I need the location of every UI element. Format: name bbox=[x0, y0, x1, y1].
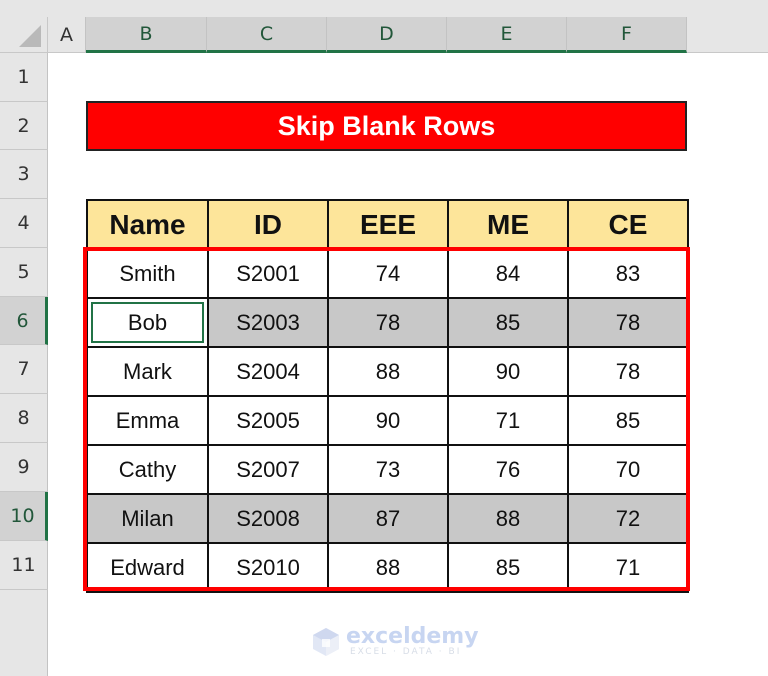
cell-name[interactable]: Mark bbox=[86, 346, 209, 397]
row-header-6[interactable]: 6 bbox=[0, 297, 48, 345]
header-ce[interactable]: CE bbox=[567, 199, 689, 250]
table-row: Smith S2001 74 84 83 bbox=[86, 248, 689, 299]
table-row: Cathy S2007 73 76 70 bbox=[86, 444, 689, 495]
cell-id[interactable]: S2001 bbox=[207, 248, 329, 299]
header-name[interactable]: Name bbox=[86, 199, 209, 250]
cell-eee[interactable]: 87 bbox=[327, 493, 449, 544]
watermark: exceldemy EXCEL · DATA · BI bbox=[312, 624, 479, 657]
cell-ce[interactable]: 85 bbox=[567, 395, 689, 446]
cell-eee[interactable]: 74 bbox=[327, 248, 449, 299]
row-header-5[interactable]: 5 bbox=[0, 248, 48, 297]
cell-ce[interactable]: 70 bbox=[567, 444, 689, 495]
table-row: Mark S2004 88 90 78 bbox=[86, 346, 689, 397]
table-row-highlighted: Bob S2003 78 85 78 bbox=[86, 297, 689, 348]
column-header-d[interactable]: D bbox=[327, 17, 447, 53]
cell-name[interactable]: Edward bbox=[86, 542, 209, 593]
column-header-f[interactable]: F bbox=[567, 17, 687, 53]
column-header-c[interactable]: C bbox=[207, 17, 327, 53]
column-header-empty bbox=[687, 17, 768, 53]
table-header-row: Name ID EEE ME CE bbox=[86, 199, 689, 250]
cell-eee[interactable]: 88 bbox=[327, 346, 449, 397]
cell-me[interactable]: 90 bbox=[447, 346, 569, 397]
sheet-title-cell[interactable]: Skip Blank Rows bbox=[86, 101, 687, 151]
cell-eee[interactable]: 88 bbox=[327, 542, 449, 593]
cell-id[interactable]: S2010 bbox=[207, 542, 329, 593]
select-all-button[interactable] bbox=[0, 17, 48, 53]
table-row: Edward S2010 88 85 71 bbox=[86, 542, 689, 593]
row-header-1[interactable]: 1 bbox=[0, 53, 48, 102]
cell-eee[interactable]: 78 bbox=[327, 297, 449, 348]
row-header-2[interactable]: 2 bbox=[0, 102, 48, 150]
top-band bbox=[0, 0, 768, 17]
row-header-9[interactable]: 9 bbox=[0, 443, 48, 492]
cell-me[interactable]: 88 bbox=[447, 493, 569, 544]
table-row-highlighted: Milan S2008 87 88 72 bbox=[86, 493, 689, 544]
header-id[interactable]: ID bbox=[207, 199, 329, 250]
cell-name[interactable]: Emma bbox=[86, 395, 209, 446]
cell-id[interactable]: S2008 bbox=[207, 493, 329, 544]
cell-me[interactable]: 76 bbox=[447, 444, 569, 495]
exceldemy-logo-icon bbox=[313, 628, 339, 656]
row-header-7[interactable]: 7 bbox=[0, 345, 48, 394]
cell-id[interactable]: S2005 bbox=[207, 395, 329, 446]
column-header-e[interactable]: E bbox=[447, 17, 567, 53]
cell-ce[interactable]: 78 bbox=[567, 346, 689, 397]
column-header-b[interactable]: B bbox=[86, 17, 207, 53]
cell-eee[interactable]: 73 bbox=[327, 444, 449, 495]
table-row: Emma S2005 90 71 85 bbox=[86, 395, 689, 446]
cell-ce[interactable]: 71 bbox=[567, 542, 689, 593]
watermark-name: exceldemy bbox=[346, 624, 479, 649]
watermark-tagline: EXCEL · DATA · BI bbox=[350, 647, 462, 657]
cell-ce[interactable]: 78 bbox=[567, 297, 689, 348]
cell-name-active[interactable]: Bob bbox=[86, 297, 209, 348]
header-me[interactable]: ME bbox=[447, 199, 569, 250]
cell-name[interactable]: Smith bbox=[86, 248, 209, 299]
student-marks-table: Name ID EEE ME CE Smith S2001 74 84 83 B… bbox=[86, 199, 689, 593]
cell-me[interactable]: 84 bbox=[447, 248, 569, 299]
cell-name[interactable]: Milan bbox=[86, 493, 209, 544]
column-header-a[interactable]: A bbox=[48, 17, 86, 53]
row-header-8[interactable]: 8 bbox=[0, 394, 48, 443]
row-header-empty bbox=[0, 590, 48, 676]
cell-name[interactable]: Cathy bbox=[86, 444, 209, 495]
cell-ce[interactable]: 83 bbox=[567, 248, 689, 299]
row-header-10[interactable]: 10 bbox=[0, 492, 48, 541]
row-header-4[interactable]: 4 bbox=[0, 199, 48, 248]
select-all-triangle-icon bbox=[19, 25, 41, 47]
cell-me[interactable]: 71 bbox=[447, 395, 569, 446]
cell-me[interactable]: 85 bbox=[447, 297, 569, 348]
row-header-11[interactable]: 11 bbox=[0, 541, 48, 590]
cell-ce[interactable]: 72 bbox=[567, 493, 689, 544]
cell-eee[interactable]: 90 bbox=[327, 395, 449, 446]
cell-id[interactable]: S2007 bbox=[207, 444, 329, 495]
cell-me[interactable]: 85 bbox=[447, 542, 569, 593]
header-eee[interactable]: EEE bbox=[327, 199, 449, 250]
row-header-3[interactable]: 3 bbox=[0, 150, 48, 199]
cell-id[interactable]: S2004 bbox=[207, 346, 329, 397]
cell-id[interactable]: S2003 bbox=[207, 297, 329, 348]
